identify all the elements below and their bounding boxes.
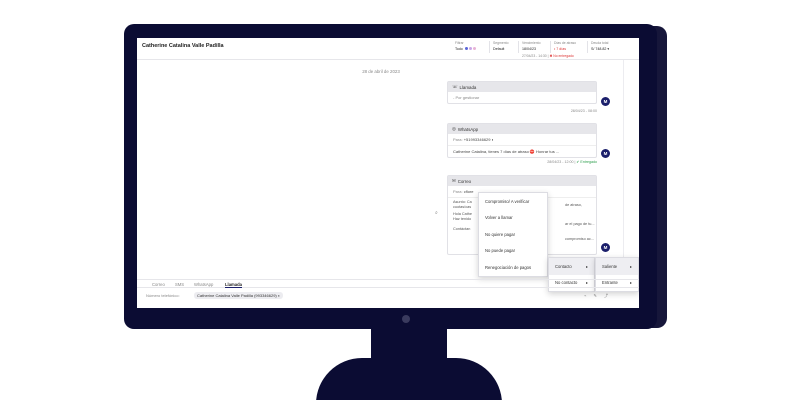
copy-icon[interactable]: ◐ [278,293,280,298]
reply-icon[interactable]: ⌕ [435,210,438,216]
channel-tabs: Correo SMS WhatsApp Llamada [137,279,639,288]
vencimiento-value: 18/04/23 [522,47,536,51]
card-type: WhatsApp [457,126,479,132]
card-type: Correo [457,178,472,184]
not-delivered-badge: ✖ No entregado [549,54,574,58]
previous-timestamp: 27/04/23 - 14:30 | [522,54,549,58]
phone-number-label: Número telefónico: [146,293,180,298]
whatsapp-card[interactable]: ◎ WhatsApp Para: +51993346629 ◐ Catherin… [447,123,597,158]
menu-item-compromiso[interactable]: Compromiso/ A verificar [479,193,547,210]
power-button [402,315,410,323]
menu-label: Renegociación de pagos [485,264,532,270]
monitor-base [316,358,502,400]
phone-icon: ☏ [452,84,458,89]
card-header: ◎ WhatsApp [448,124,596,134]
deuda-total-value[interactable]: S/ 748.82 ▾ [591,47,609,51]
deuda-total-field[interactable]: Deuda total S/ 748.82 ▾ [591,41,609,51]
chevron-right-icon: ▸ [585,263,588,269]
email-fragment: compromiso ac... [565,237,594,241]
card-header: ☏ Llamada [448,82,596,92]
card-timestamp: 28/04/23 - 12:00 | [547,160,576,164]
menu-item-no-puede-pagar[interactable]: No puede pagar [479,243,547,260]
filter-value: Todo [455,47,463,51]
filter-dot-1[interactable] [464,47,468,50]
mail-icon: ✉ [452,178,456,183]
menu-label: No puede pagar [485,248,516,254]
email-fragment: de atraso, [565,203,582,207]
filter-dot-2[interactable] [468,47,472,50]
menu-label: Contacto [555,263,572,269]
filter-dot-3[interactable] [472,47,476,50]
previous-status: 27/04/23 - 14:30 | ✖ No entregado [522,54,574,58]
card-status-line: 28/04/23 - 12:00 | ✔ Entregado [547,160,597,164]
menu-label: Compromiso/ A verificar [485,198,530,204]
divider [489,41,490,53]
segmento-label: Segmento [493,41,509,45]
card-body-text: - Por gestionar [453,95,480,100]
date-separator: 28 de abril de 2023 [362,69,400,74]
agent-avatar: M [601,97,610,106]
para-label: Para: [453,189,463,194]
dias-atraso-value: • 7 días [554,47,567,51]
phone-number-row: Número telefónico: Catherine Catalina Va… [137,290,639,302]
card-body: Catherine Catalina, tienes 7 días de atr… [453,149,560,154]
segmento-value: Default [493,47,505,51]
menu-label: Saliente [602,263,618,269]
segmento-field: Segmento Default [493,41,508,51]
menu-item-no-quiere-pagar[interactable]: No quiere pagar [479,226,547,243]
card-type: Llamada [459,84,477,90]
card-body: - Por gestionar [448,92,596,103]
para-label: Para: [453,137,463,142]
chevron-right-icon: ▸ [629,263,632,269]
llamada-card[interactable]: ☏ Llamada - Por gestionar [447,81,597,104]
dias-atraso-field: Días de atraso • 7 días [554,41,576,51]
filter-dots[interactable] [464,47,476,51]
divider [550,41,551,53]
tab-whatsapp[interactable]: WhatsApp [194,282,213,287]
illustration: Catherine Catalina Valle Padilla Filtrar… [0,0,800,400]
menu-label: No quiere pagar [485,231,516,237]
tab-llamada[interactable]: Llamada [225,282,242,288]
para-value: cflore [463,189,474,194]
composer-tools[interactable]: ⌁ ✎ ⤴ [584,293,611,299]
card-timestamp: 28/04/23 - 08:00 [570,109,597,113]
delivered-badge: ✔ Entregado [576,160,597,164]
menu-item-contacto[interactable]: Contacto ▸ [549,258,594,275]
menu-item-volver-a-llamar[interactable]: Volver a llamar [479,210,547,227]
divider [518,41,519,53]
email-fragment: ar el pago de tu... [565,222,595,226]
screen: Catherine Catalina Valle Padilla Filtrar… [137,38,639,308]
filter-label: Filtrar [455,41,464,45]
scrollbar[interactable] [623,60,624,275]
dias-atraso-label: Días de atraso [554,41,577,45]
tab-sms[interactable]: SMS [175,282,184,287]
whatsapp-icon: ◎ [452,126,456,131]
menu-label: Volver a llamar [485,215,513,221]
result-menu: Compromiso/ A verificar Volver a llamar … [478,192,548,277]
menu-item-renegociacion[interactable]: Renegociación de pagos [479,259,547,276]
agent-avatar: M [601,149,610,158]
copy-icon[interactable]: ◐ [492,137,494,142]
contact-name: Catherine Catalina Valle Padilla [142,43,224,49]
tab-correo[interactable]: Correo [152,282,165,287]
vencimiento-label: Vencimiento [522,41,541,45]
card-recipient: Para: +51993346629 ◐ [448,134,596,146]
vencimiento-field: Vencimiento 18/04/23 [522,41,540,51]
filter-control[interactable]: Filtrar Todo [455,41,476,51]
phone-number-chip[interactable]: Catherine Catalina Valle Padilla (993346… [194,292,284,299]
deuda-total-label: Deuda total [591,41,609,45]
phone-number-value: Catherine Catalina Valle Padilla (993346… [197,293,277,298]
agent-avatar: M [601,243,610,252]
menu-item-saliente[interactable]: Saliente ▸ [596,258,638,275]
para-value: +51993346629 [463,137,491,142]
divider [587,41,588,53]
card-header: ✉ Correo [448,176,596,186]
